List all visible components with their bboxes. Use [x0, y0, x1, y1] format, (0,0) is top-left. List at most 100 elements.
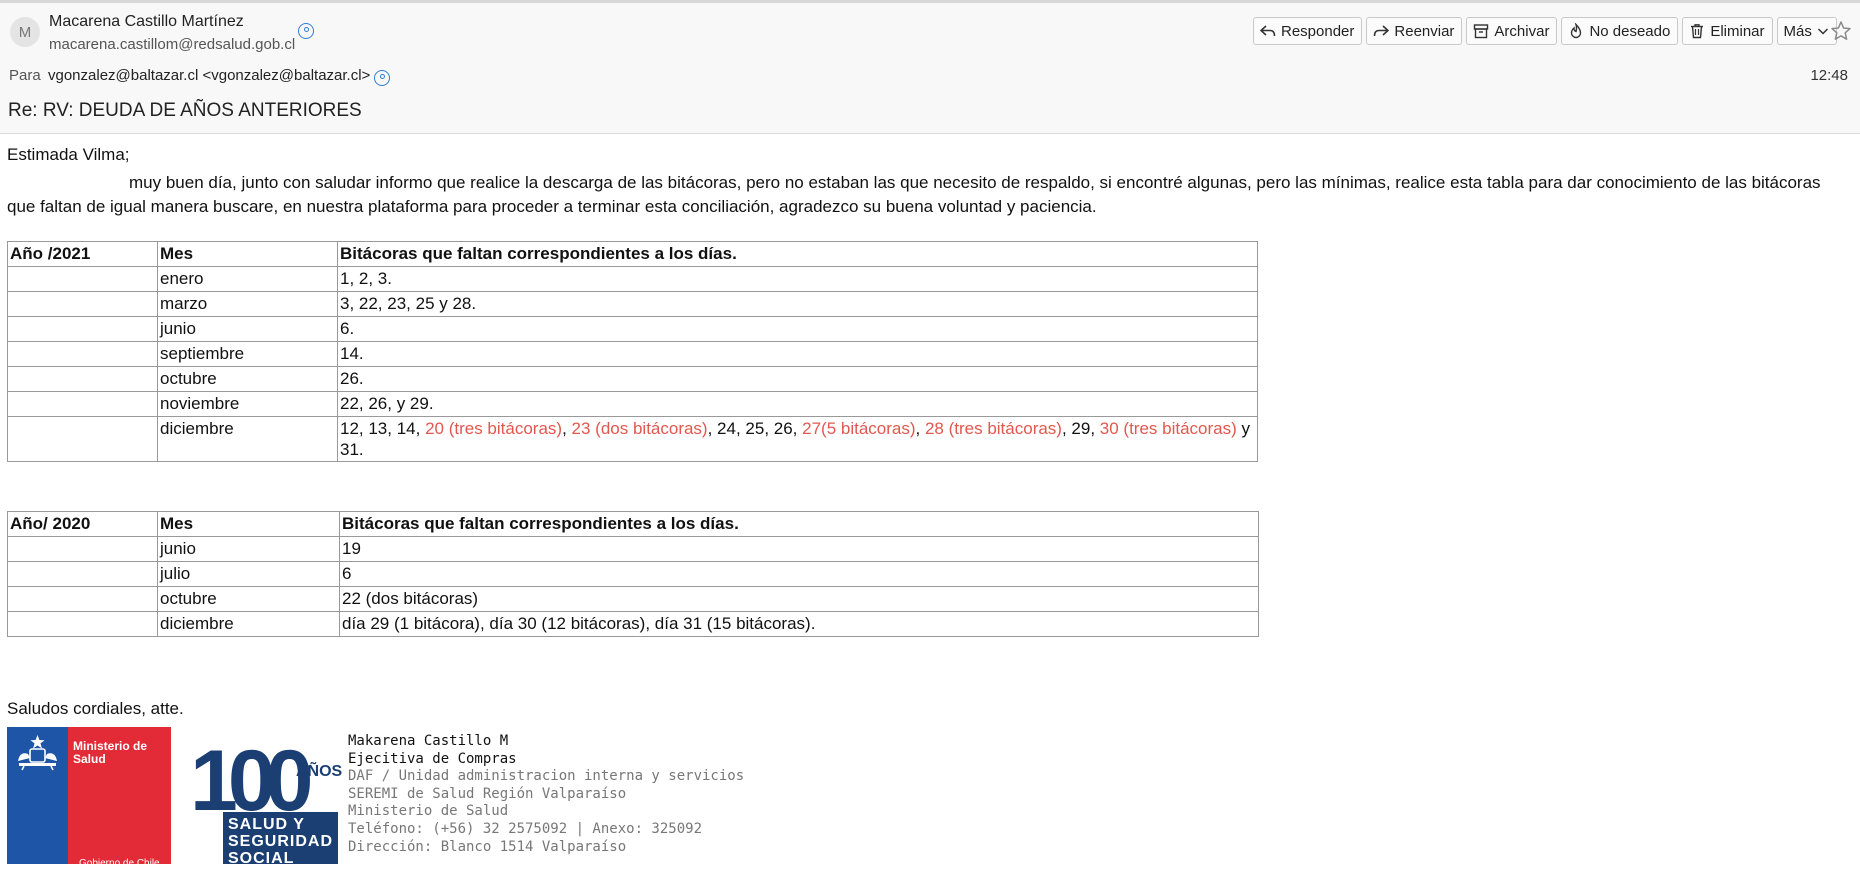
more-label: Más [1783, 22, 1812, 40]
cell-days: 14. [337, 341, 1258, 367]
header-year: Año /2021 [7, 241, 158, 267]
recipient-address[interactable]: vgonzalez@baltazar.cl <vgonzalez@baltaza… [48, 67, 370, 84]
delete-label: Eliminar [1710, 22, 1765, 40]
days-segment: , [562, 419, 572, 438]
days-segment-highlight: 30 (tres bitácoras) [1099, 419, 1237, 438]
to-label: Para [9, 67, 41, 84]
cell-days: 19 [339, 536, 1259, 562]
recipient-contact-icon[interactable] [374, 70, 390, 86]
days-segment-highlight: 20 (tres bitácoras) [425, 419, 563, 438]
days-segment: 12, 13, 14, [340, 419, 426, 438]
signature-line: Teléfono: (+56) 32 2575092 | Anexo: 3250… [348, 820, 703, 837]
cell-days: 3, 22, 23, 25 y 28. [337, 291, 1258, 317]
header-days: Bitácoras que faltan correspondientes a … [337, 241, 1258, 267]
logo100-line: SOCIAL [228, 850, 294, 864]
chevron-down-icon [1817, 25, 1829, 37]
table-row: noviembre 22, 26, y 29. [7, 391, 1258, 417]
archive-button[interactable]: Archivar [1466, 17, 1558, 45]
table-row: junio 19 [7, 536, 1259, 562]
header-days: Bitácoras que faltan correspondientes a … [339, 511, 1259, 537]
table-row: junio 6. [7, 316, 1258, 342]
signature-name: Makarena Castillo M [348, 733, 509, 749]
junk-button[interactable]: No deseado [1561, 17, 1679, 45]
delete-button[interactable]: Eliminar [1682, 17, 1773, 45]
reply-label: Responder [1281, 22, 1355, 40]
cell-month: octubre [157, 366, 338, 392]
cell-month: diciembre [157, 611, 340, 637]
cell-days-december: 12, 13, 14, 20 (tres bitácoras), 23 (dos… [337, 416, 1258, 462]
greeting: Estimada Vilma; [7, 145, 130, 164]
forward-icon [1373, 23, 1390, 39]
table-row: diciembre 12, 13, 14, 20 (tres bitácoras… [7, 416, 1258, 462]
table-row: enero 1, 2, 3. [7, 266, 1258, 292]
cell-days: 26. [337, 366, 1258, 392]
cell-days: 6 [339, 561, 1259, 587]
cell-year [7, 341, 158, 367]
days-segment: , 24, 25, 26, [707, 419, 803, 438]
email-signature: Makarena Castillo M Ejecitiva de Compras… [348, 733, 744, 856]
cell-days: 6. [337, 316, 1258, 342]
cell-year [7, 266, 158, 292]
cell-month: marzo [157, 291, 338, 317]
cell-year [7, 291, 158, 317]
add-contact-icon[interactable] [298, 23, 314, 39]
signature-line: SEREMI de Salud Región Valparaíso [348, 785, 627, 802]
table-2020: Año/ 2020 Mes Bitácoras que faltan corre… [7, 511, 1259, 637]
ministry-logo-text: Ministerio de Salud [73, 739, 148, 766]
table-row: septiembre 14. [7, 341, 1258, 367]
cell-days: día 29 (1 bitácora), día 30 (12 bitácora… [339, 611, 1259, 637]
cell-month: noviembre [157, 391, 338, 417]
signature-line: DAF / Unidad administracion interna y se… [348, 768, 745, 785]
cell-days: 1, 2, 3. [337, 266, 1258, 292]
header-month: Mes [157, 511, 340, 537]
trash-icon [1689, 23, 1705, 39]
closing-text: Saludos cordiales, atte. [7, 699, 184, 718]
cell-month: septiembre [157, 341, 338, 367]
star-icon[interactable] [1830, 20, 1852, 42]
table-row: octubre 26. [7, 366, 1258, 392]
body-paragraph: muy buen día, junto con saludar informo … [7, 173, 1821, 216]
cell-month: julio [157, 561, 340, 587]
message-subject: Re: RV: DEUDA DE AÑOS ANTERIORES [8, 100, 362, 121]
days-segment-highlight: 28 (tres bitácoras) [924, 419, 1062, 438]
table-header-row: Año/ 2020 Mes Bitácoras que faltan corre… [7, 511, 1259, 537]
message-header: M Macarena Castillo Martínez macarena.ca… [0, 3, 1860, 134]
archive-label: Archivar [1494, 22, 1550, 40]
flame-icon [1568, 23, 1584, 39]
junk-label: No deseado [1589, 22, 1671, 40]
reply-button[interactable]: Responder [1253, 17, 1363, 45]
cell-year [7, 316, 158, 342]
days-segment: , [915, 419, 925, 438]
signature-role: Ejecitiva de Compras [348, 750, 517, 767]
ministry-logo-blue-block [7, 727, 68, 864]
forward-button[interactable]: Reenviar [1366, 17, 1463, 45]
cell-days: 22 (dos bitácoras) [339, 586, 1259, 612]
cell-month: junio [157, 536, 340, 562]
sender-email[interactable]: macarena.castillom@redsalud.gob.cl [49, 36, 295, 53]
sender-name[interactable]: Macarena Castillo Martínez [49, 13, 244, 31]
archive-icon [1473, 23, 1489, 39]
more-button[interactable]: Más [1776, 17, 1837, 45]
table-row: diciembre día 29 (1 bitácora), día 30 (1… [7, 611, 1259, 637]
table-row: marzo 3, 22, 23, 25 y 28. [7, 291, 1258, 317]
header-month: Mes [157, 241, 338, 267]
message-toolbar: Responder Reenviar Archivar No deseado E… [1253, 17, 1837, 47]
sender-avatar: M [10, 17, 40, 47]
table-row: julio 6 [7, 561, 1259, 587]
cell-month: junio [157, 316, 338, 342]
days-segment-highlight: 27(5 bitácoras) [802, 419, 916, 438]
cell-year [7, 611, 158, 637]
cell-year [7, 536, 158, 562]
cell-year [7, 391, 158, 417]
cell-days: 22, 26, y 29. [337, 391, 1258, 417]
signature-line: Dirección: Blanco 1514 Valparaíso [348, 838, 627, 855]
100-years-logo: 100 AÑOS SALUD Y SEGURIDAD SOCIAL [193, 736, 343, 864]
table-header-row: Año /2021 Mes Bitácoras que faltan corre… [7, 241, 1258, 267]
table-2021: Año /2021 Mes Bitácoras que faltan corre… [7, 241, 1258, 462]
logo100-line: SALUD Y [228, 816, 305, 833]
days-segment: , 29, [1061, 419, 1100, 438]
cell-year [7, 416, 158, 462]
message-time: 12:48 [1810, 67, 1848, 84]
logo100-line: SEGURIDAD [228, 833, 333, 850]
days-segment-highlight: 23 (dos bitácoras) [571, 419, 708, 438]
